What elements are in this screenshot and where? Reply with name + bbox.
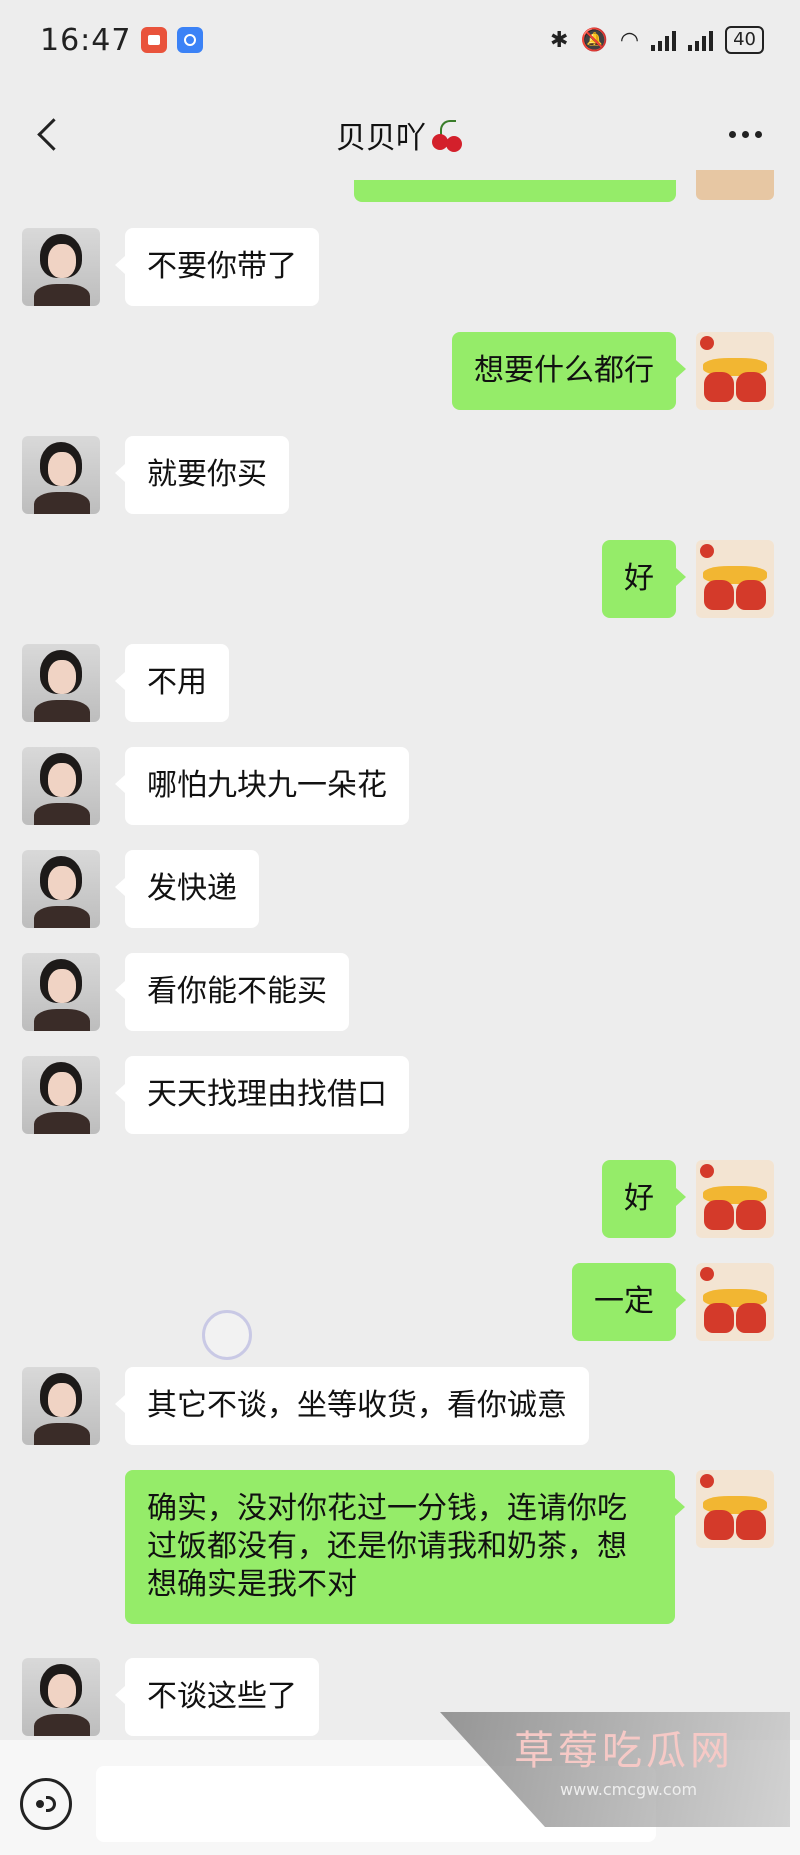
chat-message-list[interactable]: 不要你带了 想要什么都行 就要你买 好 不用 哪怕九块九一朵花 发快递 看你能不… <box>0 170 800 1740</box>
contact-avatar[interactable] <box>22 436 100 514</box>
chat-title-wrap: 贝贝吖 <box>336 113 464 157</box>
my-avatar[interactable] <box>696 332 774 410</box>
touch-indicator <box>202 1310 252 1360</box>
message-bubble-incoming[interactable]: 就要你买 <box>115 436 289 514</box>
contact-avatar[interactable] <box>22 1056 100 1134</box>
message-bubble-outgoing[interactable]: 一定 <box>572 1263 686 1341</box>
message-bubble-outgoing[interactable]: 想要什么都行 <box>452 332 686 410</box>
my-avatar[interactable] <box>696 1160 774 1238</box>
contact-avatar[interactable] <box>22 228 100 306</box>
message-row: 看你能不能买 <box>0 953 800 1033</box>
message-row: 一定 <box>0 1263 800 1343</box>
chat-title: 贝贝吖 <box>336 121 426 156</box>
contact-avatar[interactable] <box>22 1367 100 1445</box>
my-avatar[interactable] <box>696 540 774 618</box>
status-time: 16:47 <box>40 22 132 58</box>
message-bubble-incoming[interactable]: 其它不谈，坐等收货，看你诚意 <box>115 1367 589 1445</box>
contact-avatar[interactable] <box>22 747 100 825</box>
message-row: 其它不谈，坐等收货，看你诚意 <box>0 1367 800 1447</box>
bluetooth-icon: ✱ <box>550 27 569 53</box>
status-bar: 16:47 ✱ 🔕 ◠ 40 <box>0 0 800 80</box>
watermark-title: 草莓吃瓜网 <box>514 1728 734 1774</box>
message-bubble-incoming[interactable]: 天天找理由找借口 <box>115 1056 409 1134</box>
message-bubble-incoming[interactable]: 不谈这些了 <box>115 1658 319 1736</box>
back-button[interactable] <box>26 112 70 156</box>
status-left: 16:47 <box>40 22 204 58</box>
more-options-button[interactable] <box>720 112 770 156</box>
message-bubble-incoming[interactable]: 不要你带了 <box>115 228 319 306</box>
cropped-message-bubble <box>354 180 676 202</box>
message-bubble-incoming[interactable]: 不用 <box>115 644 229 722</box>
wifi-icon: ◠ <box>619 27 640 53</box>
message-row: 就要你买 <box>0 436 800 516</box>
my-avatar[interactable] <box>696 1470 774 1548</box>
voice-input-button[interactable] <box>20 1778 72 1830</box>
status-right: ✱ 🔕 ◠ 40 <box>550 26 764 54</box>
chat-header: 贝贝吖 <box>0 90 800 180</box>
mute-bell-icon: 🔕 <box>580 27 608 53</box>
message-row: 不用 <box>0 644 800 724</box>
video-app-icon <box>141 27 168 53</box>
message-bubble-incoming[interactable]: 哪怕九块九一朵花 <box>115 747 409 825</box>
cropped-avatar <box>696 170 774 200</box>
contact-avatar[interactable] <box>22 953 100 1031</box>
contact-avatar[interactable] <box>22 1658 100 1736</box>
message-row: 发快递 <box>0 850 800 930</box>
message-row: 不要你带了 <box>0 228 800 308</box>
message-row: 想要什么都行 <box>0 332 800 412</box>
my-avatar[interactable] <box>696 1263 774 1341</box>
notification-app-icon <box>177 27 204 53</box>
signal-icon <box>651 29 677 51</box>
message-row: 天天找理由找借口 <box>0 1056 800 1136</box>
watermark-url: www.cmcgw.com <box>560 1780 698 1799</box>
message-bubble-outgoing[interactable]: 好 <box>602 540 686 618</box>
battery-indicator: 40 <box>725 26 764 54</box>
cherry-icon <box>430 118 464 152</box>
message-bubble-incoming[interactable]: 发快递 <box>115 850 259 928</box>
message-row: 哪怕九块九一朵花 <box>0 747 800 827</box>
message-bubble-incoming[interactable]: 看你能不能买 <box>115 953 349 1031</box>
message-row: 好 <box>0 1160 800 1240</box>
contact-avatar[interactable] <box>22 850 100 928</box>
contact-avatar[interactable] <box>22 644 100 722</box>
message-bubble-outgoing[interactable]: 好 <box>602 1160 686 1238</box>
message-bubble-outgoing[interactable]: 确实，没对你花过一分钱，连请你吃过饭都没有，还是你请我和奶茶，想想确实是我不对 <box>125 1470 685 1624</box>
message-row: 好 <box>0 540 800 620</box>
message-row: 确实，没对你花过一分钱，连请你吃过饭都没有，还是你请我和奶茶，想想确实是我不对 <box>0 1470 800 1630</box>
signal-icon-2 <box>688 29 714 51</box>
